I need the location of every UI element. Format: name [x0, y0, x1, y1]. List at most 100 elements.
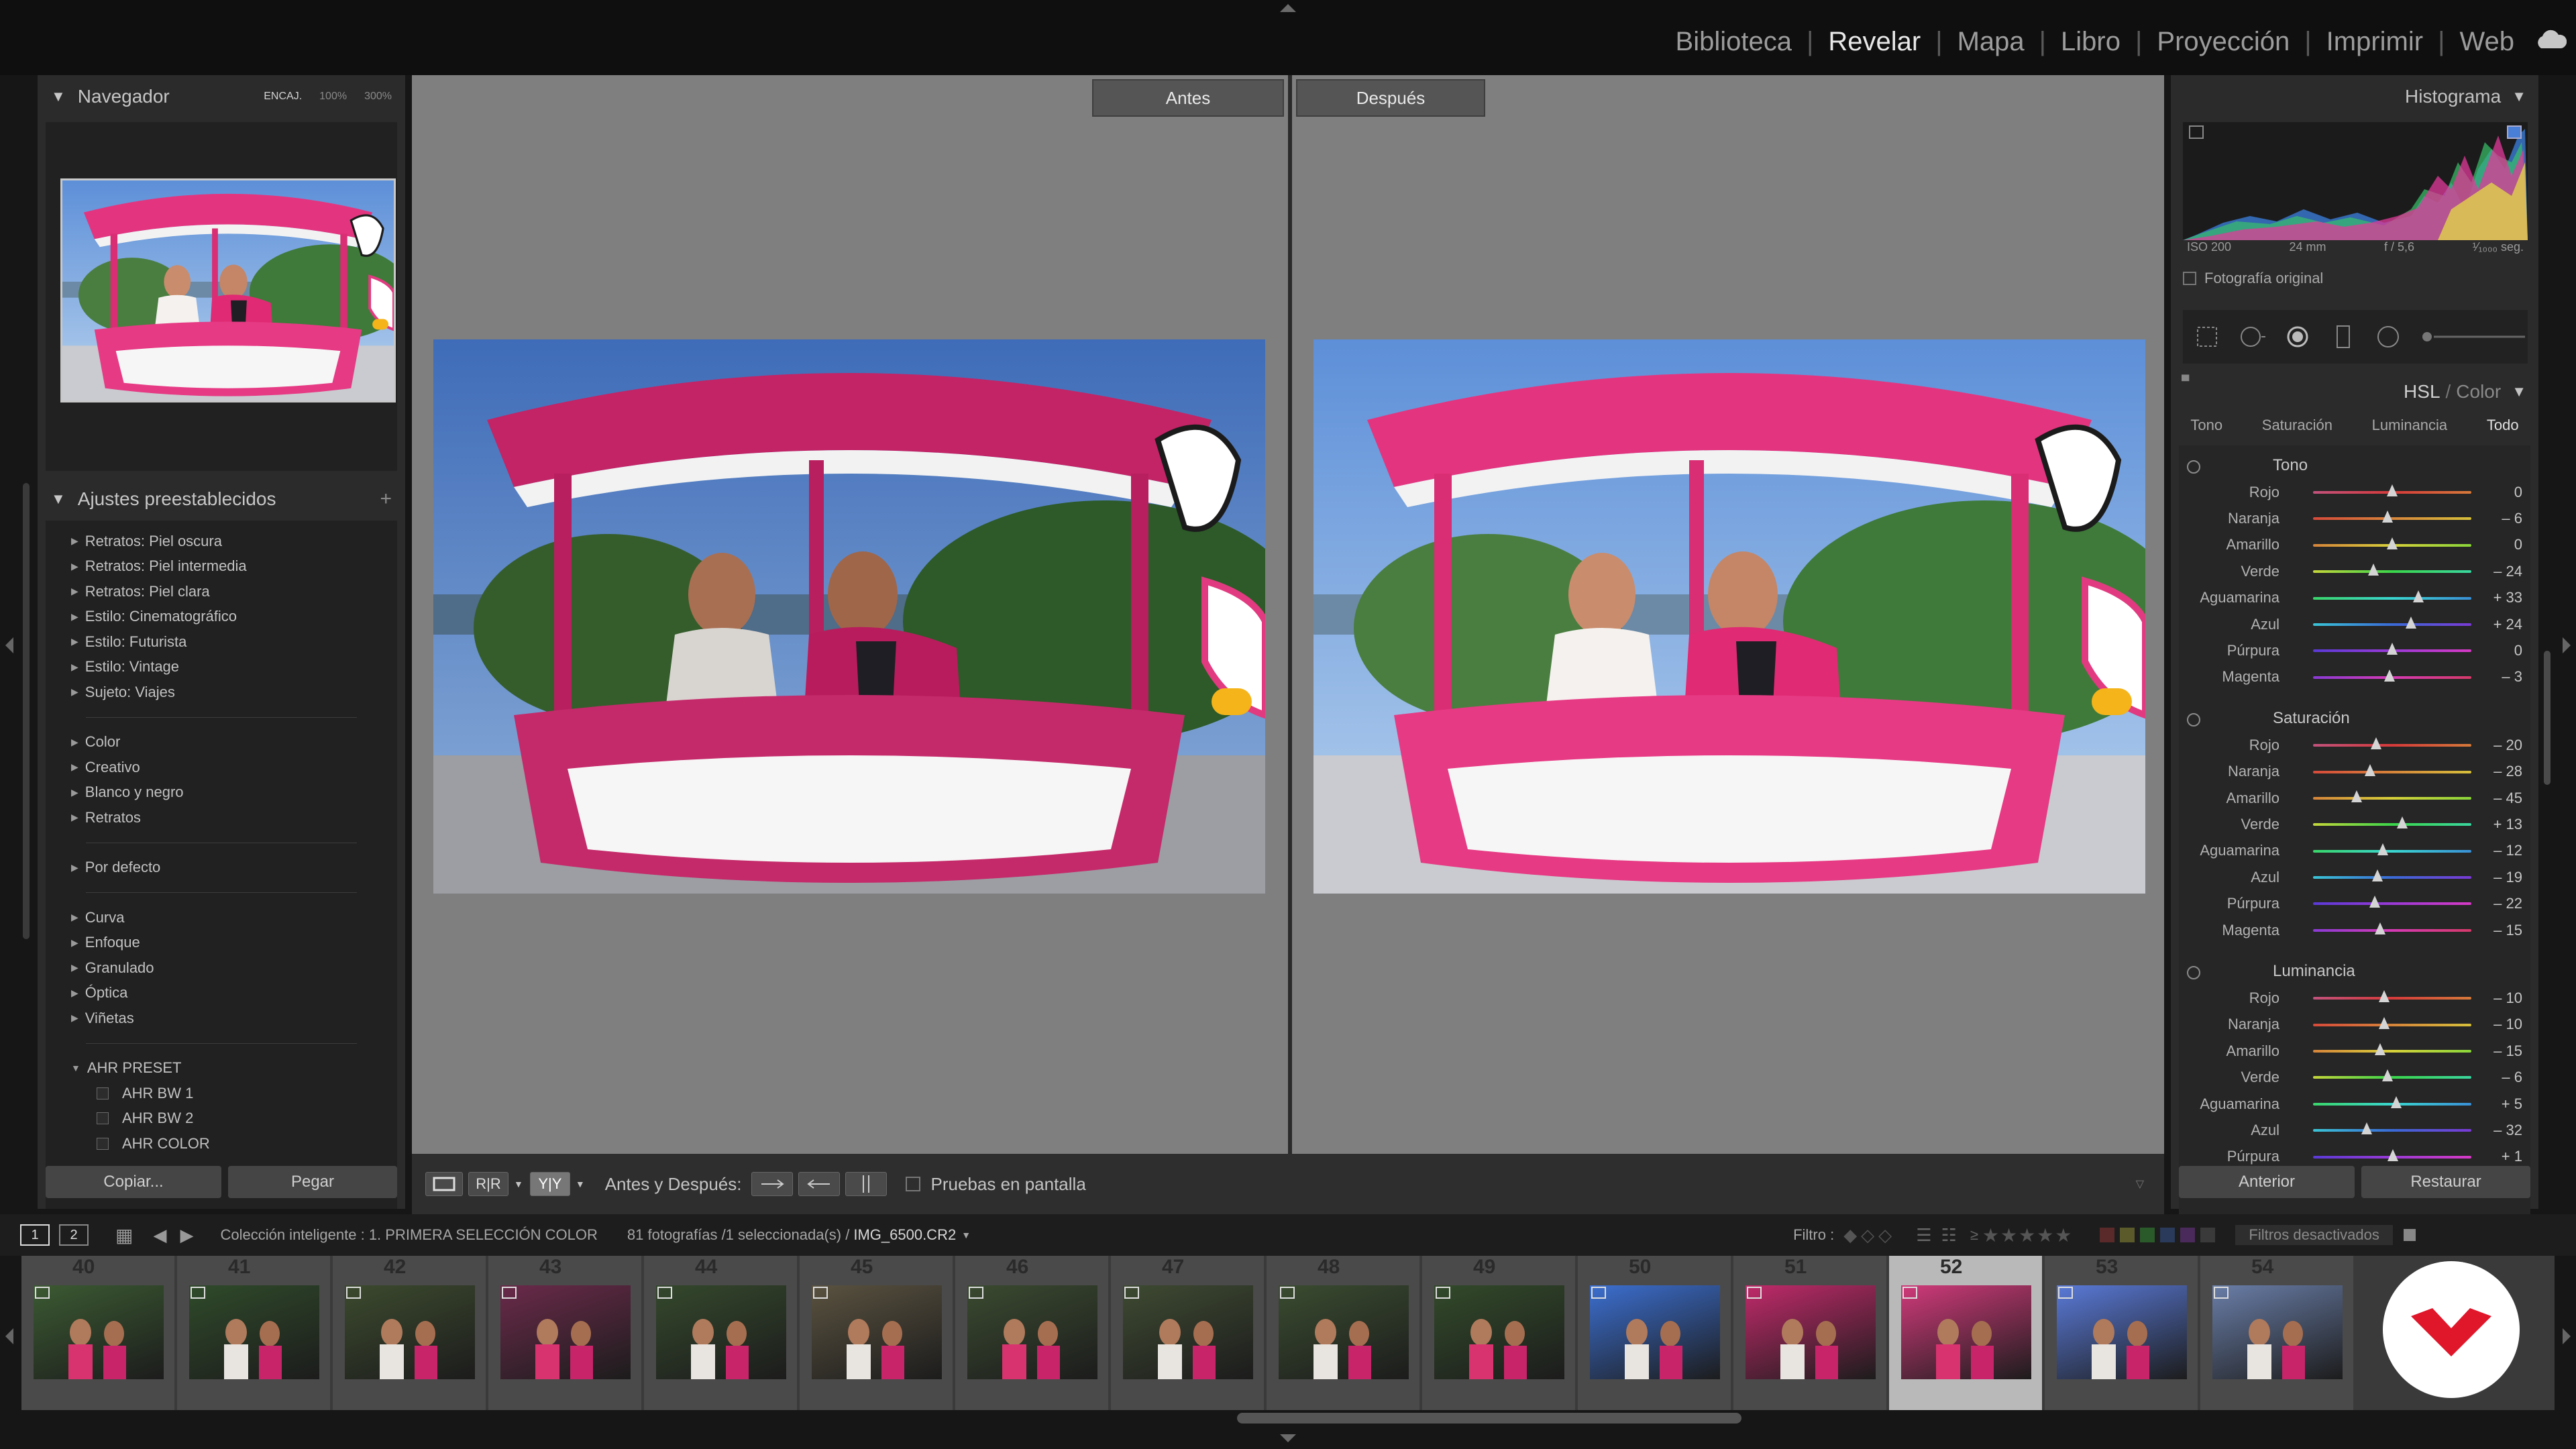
original-photo-toggle[interactable]: Fotografía original [2183, 270, 2323, 287]
preset-group-item[interactable]: ▶ Estilo: Cinematográfico [46, 604, 397, 630]
primary-window-button[interactable]: 1 [20, 1224, 50, 1246]
paste-button[interactable]: Pegar [228, 1166, 397, 1198]
view-dropdown-icon[interactable]: ▼ [576, 1179, 585, 1189]
slider-track[interactable] [2313, 796, 2471, 800]
navigator-header[interactable]: ▼ Navegador ENCAJ. 100% 300% [38, 75, 405, 118]
before-after-split-icon[interactable]: Y|Y [529, 1172, 570, 1196]
slider-value[interactable]: – 10 [2469, 989, 2522, 1007]
collapse-right-arrow-icon[interactable] [2563, 637, 2571, 653]
original-photo-checkbox[interactable] [2183, 272, 2196, 285]
slider-track[interactable] [2313, 770, 2471, 773]
preset-group-item[interactable]: ▶ Viñetas [46, 1006, 397, 1031]
slider-thumb[interactable] [2387, 484, 2398, 496]
expanded-triangle-icon[interactable]: ▼ [71, 1063, 80, 1073]
filmstrip-cell[interactable]: 47 [1111, 1256, 1265, 1410]
panel-collapse-icon[interactable]: ▼ [51, 88, 66, 105]
target-adjust-icon[interactable] [2187, 966, 2200, 980]
copy-after-to-before-icon[interactable] [798, 1172, 840, 1196]
preset-group-item[interactable]: ▶ Por defecto [46, 855, 397, 881]
collapse-left-arrow-icon[interactable] [5, 637, 13, 653]
filename-dropdown-icon[interactable]: ▼ [961, 1230, 971, 1240]
slider-value[interactable]: – 45 [2469, 790, 2522, 807]
expand-triangle-icon[interactable]: ▶ [71, 661, 78, 673]
filmstrip-cell[interactable]: 44 [644, 1256, 798, 1410]
target-adjust-icon[interactable] [2187, 460, 2200, 474]
slider-thumb[interactable] [2379, 1016, 2390, 1029]
expand-triangle-icon[interactable]: ▶ [71, 761, 78, 773]
preset-group-item[interactable]: ▶ Color [46, 730, 397, 755]
photo-thumbnail[interactable] [500, 1285, 631, 1379]
view-dropdown-icon[interactable]: ▼ [514, 1179, 523, 1189]
crop-icon[interactable] [2194, 323, 2220, 350]
softproof-checkbox[interactable] [905, 1177, 920, 1191]
slider-track[interactable] [2313, 623, 2471, 626]
hsl-panel-toggle-icon[interactable]: ▀ [2182, 376, 2189, 388]
slider-track[interactable] [2313, 1023, 2471, 1026]
after-photo[interactable] [1313, 339, 2145, 894]
preset-group-item[interactable]: ▶ Creativo [46, 755, 397, 780]
slider-thumb[interactable] [2381, 1069, 2393, 1082]
secondary-window-button[interactable]: 2 [59, 1224, 89, 1246]
panel-collapse-icon[interactable]: ▼ [51, 490, 66, 508]
slider-track[interactable] [2313, 1050, 2471, 1053]
photo-thumbnail[interactable] [2212, 1285, 2343, 1379]
tab-all[interactable]: Todo [2487, 417, 2519, 434]
zoom-fit[interactable]: ENCAJ. [264, 91, 302, 103]
preset-group-item[interactable]: ▶ Granulado [46, 955, 397, 981]
slider-value[interactable]: + 13 [2469, 816, 2522, 833]
slider-track[interactable] [2313, 570, 2471, 574]
filmstrip-cell[interactable]: 50 [1578, 1256, 1732, 1410]
photo-thumbnail[interactable] [189, 1285, 319, 1379]
photo-thumbnail[interactable] [656, 1285, 786, 1379]
slider-value[interactable]: – 19 [2469, 869, 2522, 886]
slider-value[interactable]: 0 [2469, 536, 2522, 553]
filter-preset-dropdown[interactable]: Filtros desactivados [2235, 1225, 2393, 1245]
left-panel-scrollbar[interactable] [23, 483, 30, 939]
module-5[interactable]: Imprimir [2312, 27, 2438, 57]
slider-thumb[interactable] [2375, 1043, 2386, 1056]
slider-track[interactable] [2313, 823, 2471, 826]
slider-thumb[interactable] [2377, 843, 2388, 855]
tab-luminance[interactable]: Luminancia [2372, 417, 2448, 434]
slider-thumb[interactable] [2387, 1148, 2399, 1161]
edit-filter-icon[interactable]: ☰ [1916, 1225, 1931, 1246]
slider-thumb[interactable] [2412, 590, 2424, 602]
filmstrip-cell[interactable]: 51 [1733, 1256, 1888, 1410]
current-filename[interactable]: IMG_6500.CR2 [853, 1226, 956, 1244]
slider-value[interactable]: – 6 [2469, 1069, 2522, 1086]
navigator-thumbnail[interactable] [60, 178, 396, 402]
slider-thumb[interactable] [2387, 643, 2398, 655]
grid-view-icon[interactable]: ▦ [115, 1224, 133, 1246]
photo-thumbnail[interactable] [345, 1285, 475, 1379]
slider-thumb[interactable] [2384, 669, 2396, 682]
flag-filter-icons[interactable]: ◆◇◇ [1843, 1225, 1896, 1246]
photo-thumbnail[interactable] [1746, 1285, 1876, 1379]
slider-thumb[interactable] [2361, 1122, 2373, 1135]
filmstrip-cell[interactable]: 43 [488, 1256, 643, 1410]
slider-value[interactable]: – 15 [2469, 1042, 2522, 1060]
zoom-300[interactable]: 300% [364, 91, 392, 103]
expand-triangle-icon[interactable]: ▶ [71, 912, 78, 923]
panel-collapse-icon[interactable]: ▼ [2512, 383, 2526, 400]
custom-preset-item[interactable]: AHR COLOR [46, 1131, 397, 1157]
collapse-top-arrow-icon[interactable] [1280, 4, 1296, 12]
expand-triangle-icon[interactable]: ▶ [71, 611, 78, 623]
slider-thumb[interactable] [2390, 1095, 2402, 1108]
slider-value[interactable]: – 24 [2469, 563, 2522, 580]
slider-track[interactable] [2313, 849, 2471, 853]
slider-thumb[interactable] [2371, 737, 2382, 750]
preset-group-item[interactable]: ▶ Retratos: Piel clara [46, 579, 397, 604]
preset-group-item[interactable]: ▶ Sujeto: Viajes [46, 680, 397, 705]
photo-thumbnail[interactable] [1590, 1285, 1720, 1379]
radial-filter-icon[interactable] [2375, 323, 2402, 350]
slider-thumb[interactable] [2371, 869, 2383, 882]
custom-preset-group[interactable]: ▼ AHR PRESET [46, 1056, 397, 1081]
slider-value[interactable]: – 28 [2469, 763, 2522, 780]
slider-value[interactable]: + 33 [2469, 589, 2522, 606]
photo-thumbnail[interactable] [2057, 1285, 2187, 1379]
rating-operator[interactable]: ≥ [1970, 1226, 1978, 1244]
slider-thumb[interactable] [2381, 511, 2393, 523]
preset-group-item[interactable]: ▶ Óptica [46, 981, 397, 1006]
highlight-clip-icon[interactable] [2507, 125, 2522, 139]
slider-value[interactable]: – 12 [2469, 842, 2522, 859]
